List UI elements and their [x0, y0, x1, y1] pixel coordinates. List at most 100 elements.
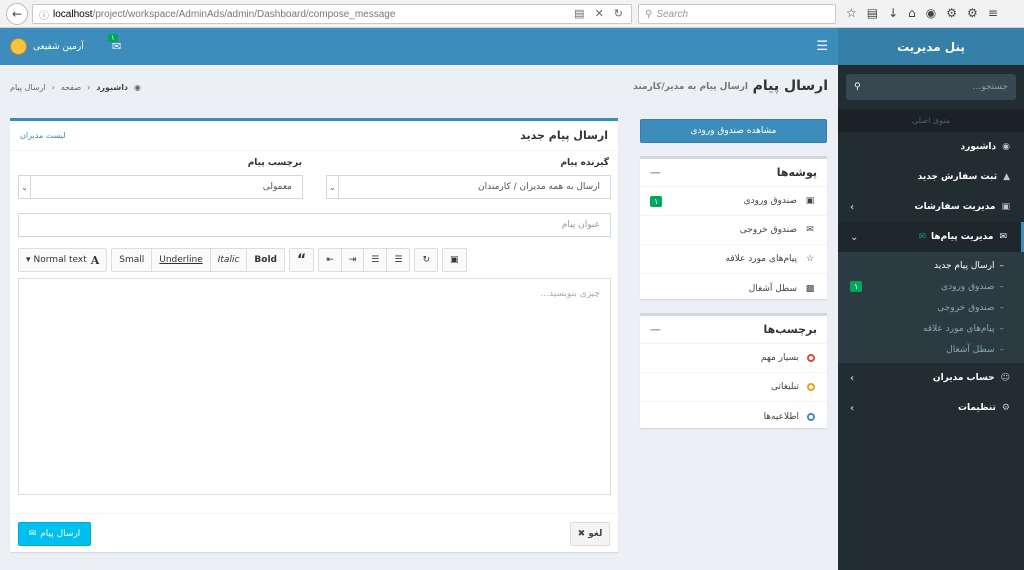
sidebar-item-orders[interactable]: ▣ مدیریت سفارشات ›: [838, 192, 1024, 222]
send-button[interactable]: ✉ ارسال پیام: [18, 522, 91, 546]
admin-list-link[interactable]: لیست مدیران: [20, 131, 66, 140]
cart-icon: ▲: [1003, 172, 1010, 182]
blockquote-icon[interactable]: “: [290, 249, 313, 271]
sidebar-search-placeholder: جستجو...: [972, 82, 1008, 92]
image-icon[interactable]: ▣: [443, 249, 466, 271]
breadcrumb-item[interactable]: صفحه: [61, 83, 81, 92]
trash-icon: ▩: [805, 283, 815, 294]
sidebar-item-label: تنظیمات: [957, 403, 996, 413]
sidebar-item-new-order[interactable]: ▲ ثبت سفارش جدید: [838, 162, 1024, 192]
label-item[interactable]: بسیار مهم: [640, 344, 827, 373]
circle-icon: –: [999, 281, 1005, 292]
breadcrumb-separator: ›: [51, 83, 55, 92]
sidebar-sub-item[interactable]: – صندوق ورودی ۱: [838, 276, 1024, 297]
format-group: Small Underline Italic Bold: [111, 248, 285, 272]
messages-dropdown[interactable]: ✉ ۱: [108, 34, 121, 53]
dashboard-icon: ◉: [134, 83, 142, 92]
collapse-icon[interactable]: —: [650, 323, 661, 336]
label-text: اطلاعیه‌ها: [763, 411, 799, 422]
sidebar-item-admins[interactable]: ☺ حساب مدیران ›: [838, 363, 1024, 393]
recipient-value: ارسال به همه مدیران / کارمندان: [478, 182, 600, 192]
normal-text-dropdown[interactable]: ▾ Normal text A: [19, 249, 106, 271]
browser-search-placeholder: Search: [656, 8, 689, 20]
url-host: localhost: [53, 8, 93, 20]
logo[interactable]: پنل مدیریت: [838, 28, 1024, 65]
sidebar-sub-item[interactable]: – پیام‌های مورد علاقه: [838, 318, 1024, 339]
cancel-label: لغو: [588, 529, 603, 539]
url-bar[interactable]: ⓘ localhost/project/workspace/AdminAds/a…: [32, 4, 632, 24]
dashboard-icon: ◉: [1002, 142, 1010, 152]
folder-label: پیام‌های مورد علاقه: [725, 254, 797, 264]
sidebar-sub-item[interactable]: – سطل آشغال: [838, 339, 1024, 360]
chevron-left-icon: ›: [850, 372, 855, 384]
subject-input[interactable]: عنوان پیام: [18, 213, 611, 237]
pocket-icon[interactable]: ◉: [926, 6, 936, 20]
mail-badge: ۱: [108, 34, 118, 42]
sidebar-search-input[interactable]: جستجو... ⚲: [846, 74, 1016, 100]
download-icon[interactable]: ↓: [888, 6, 898, 20]
label-item[interactable]: تبلیغاتی: [640, 373, 827, 402]
close-icon[interactable]: ✕: [595, 7, 604, 20]
star-icon: ☆: [805, 254, 815, 264]
sidebar-sub-label: پیام‌های مورد علاقه: [923, 323, 995, 334]
sidebar-sub-label: سطل آشغال: [946, 344, 995, 355]
settings-icon[interactable]: ⚙: [967, 6, 978, 20]
search-icon[interactable]: ⚲: [854, 82, 861, 92]
sidebar-toggle-icon[interactable]: ☰: [816, 39, 828, 54]
folder-item[interactable]: ✉ صندوق خروجی: [640, 216, 827, 245]
menu-icon[interactable]: ≡: [988, 6, 998, 20]
envelope-icon: ✉: [28, 529, 37, 539]
sidebar-item-settings[interactable]: ⚙ تنظیمات ›: [838, 393, 1024, 423]
sidebar-sub-item[interactable]: – صندوق خروجی: [838, 297, 1024, 318]
user-menu[interactable]: آرمین شفیعی: [10, 38, 84, 55]
labels-panel: برچسب‌ها — بسیار مهم تبلیغاتی اطلاعیه‌ها: [640, 313, 827, 428]
image-group: ▣: [441, 248, 467, 272]
recipient-select[interactable]: ارسال به همه مدیران / کارمندان ⌄: [326, 175, 611, 199]
underline-button[interactable]: Underline: [152, 249, 211, 271]
cancel-button[interactable]: ✖ لغو: [570, 522, 610, 546]
undo-icon[interactable]: ↻: [415, 249, 437, 271]
url-path: /project/workspace/AdminAds/admin/Dashbo…: [92, 8, 396, 20]
extension-icon[interactable]: ⚙: [946, 6, 957, 20]
indent-icon[interactable]: ⇥: [342, 249, 365, 271]
circle-icon: [807, 412, 815, 421]
reload-icon[interactable]: ↻: [614, 7, 623, 20]
sidebar-sub-item[interactable]: – ارسال پیام جدید: [838, 255, 1024, 276]
folders-panel: پوشه‌ها — ▣ صندوق ورودی ۱ ✉ صندوق خروجی …: [640, 156, 827, 299]
label-text: بسیار مهم: [760, 353, 799, 363]
collapse-icon[interactable]: —: [650, 166, 661, 179]
bold-button[interactable]: Bold: [247, 249, 284, 271]
bookmark-star-icon[interactable]: ☆: [846, 6, 857, 20]
reading-list-icon[interactable]: ▤: [867, 6, 878, 20]
sidebar-item-dashboard[interactable]: ◉ داشبورد: [838, 132, 1024, 162]
envelope-icon: ✉: [999, 232, 1007, 242]
unordered-list-icon[interactable]: ☰: [387, 249, 409, 271]
reader-view-icon[interactable]: ▤: [574, 7, 584, 20]
folder-label: سطل آشغال: [748, 283, 797, 294]
label-item[interactable]: اطلاعیه‌ها: [640, 402, 827, 431]
inbox-badge: ۱: [850, 281, 863, 292]
gears-icon: ⚙: [1001, 403, 1010, 413]
italic-button[interactable]: Italic: [211, 249, 248, 271]
outdent-icon[interactable]: ⇤: [319, 249, 342, 271]
chevron-left-icon: ›: [850, 201, 855, 213]
labels-header: برچسب‌ها —: [640, 316, 827, 344]
cubes-icon: ▣: [1001, 202, 1010, 212]
close-icon: ✖: [577, 529, 586, 539]
compose-title-bar: ارسال پیام جدید لیست مدیران: [10, 121, 618, 151]
home-icon[interactable]: ⌂: [908, 6, 916, 20]
browser-toolbar: ← ⓘ localhost/project/workspace/AdminAds…: [0, 0, 1024, 28]
message-body-editor[interactable]: چیزی بنویسید...: [18, 278, 611, 495]
view-inbox-button[interactable]: مشاهده صندوق ورودی: [640, 119, 827, 143]
back-button[interactable]: ←: [6, 2, 28, 25]
browser-search-input[interactable]: ⚲ Search: [638, 4, 836, 24]
ordered-list-icon[interactable]: ☰: [364, 249, 388, 271]
folder-item[interactable]: ☆ پیام‌های مورد علاقه: [640, 245, 827, 274]
small-button[interactable]: Small: [112, 249, 153, 271]
folder-item[interactable]: ▣ صندوق ورودی ۱: [640, 187, 827, 216]
tag-select[interactable]: معمولی ⌄: [18, 175, 303, 199]
folder-item[interactable]: ▩ سطل آشغال: [640, 274, 827, 303]
circle-icon: [807, 383, 815, 391]
sidebar-item-messages[interactable]: ✉ مدیریت پیام‌ها ✉ ⌄: [838, 222, 1024, 252]
breadcrumb-item[interactable]: داشبورد: [96, 83, 128, 92]
